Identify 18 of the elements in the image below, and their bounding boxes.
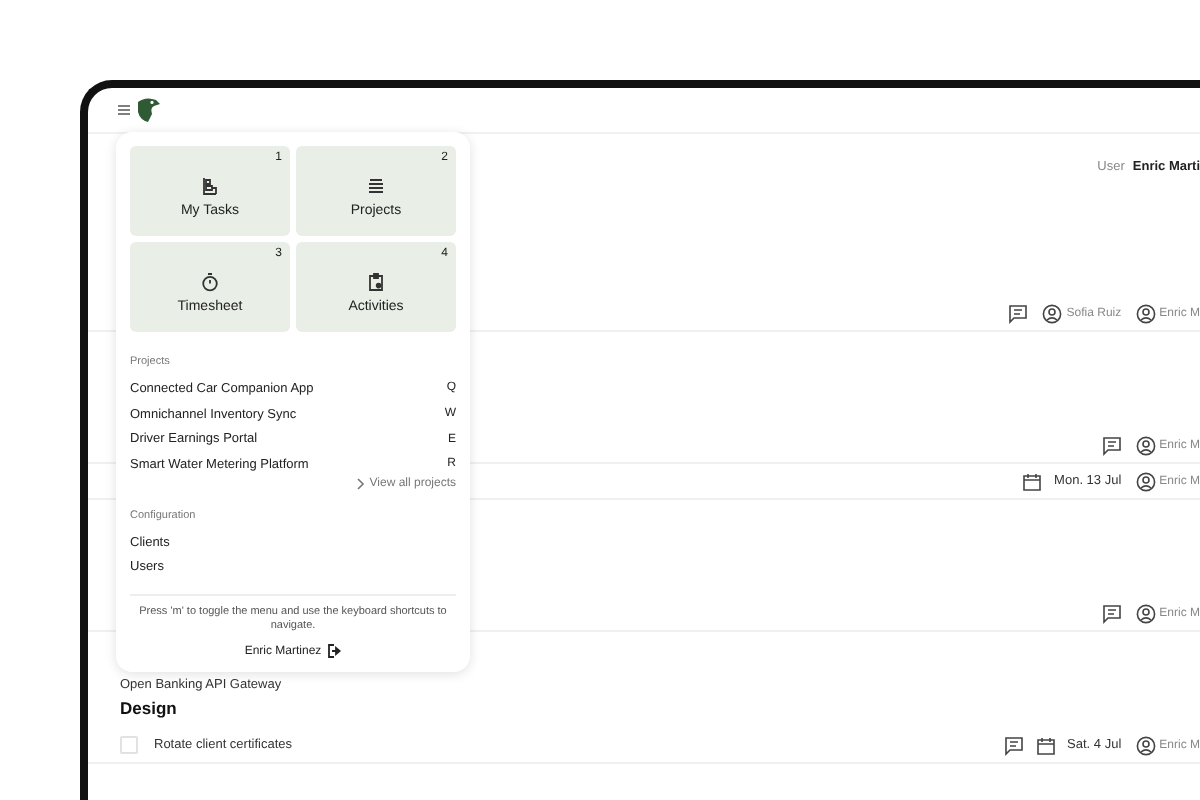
stopwatch-icon: [200, 272, 220, 292]
section-heading: Design: [120, 698, 179, 718]
user-icon: [1135, 303, 1156, 323]
tasks-icon: [200, 176, 220, 196]
chevron-icon: [355, 477, 366, 490]
user-icon: [1135, 603, 1156, 623]
logo-icon[interactable]: [134, 96, 162, 124]
calendar-icon: [1035, 735, 1056, 755]
user-icon: [1135, 471, 1156, 491]
user-icon: [1042, 303, 1063, 323]
menu-icon[interactable]: [118, 104, 130, 116]
calendar-icon: [1022, 471, 1043, 491]
user-icon: [1135, 435, 1156, 455]
logout-icon[interactable]: [327, 644, 342, 659]
task-checkbox[interactable]: [120, 736, 138, 754]
user-icon: [1135, 735, 1156, 755]
stack-icon: [366, 176, 386, 196]
clipboard-icon: [366, 272, 386, 292]
